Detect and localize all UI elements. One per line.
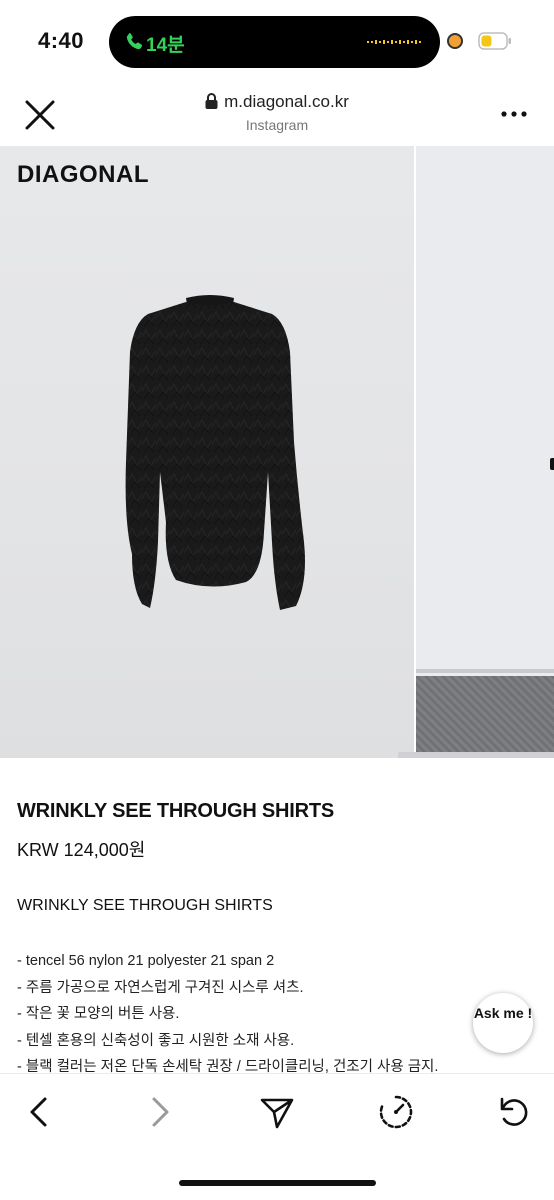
product-price: KRW 124,000원: [17, 840, 146, 860]
url-bar[interactable]: m.diagonal.co.kr: [0, 92, 554, 112]
reload-icon[interactable]: [494, 1092, 534, 1132]
description-line: - 작은 꽃 모양의 버튼 사용.: [17, 1006, 180, 1022]
lock-icon: [205, 93, 218, 109]
product-title: WRINKLY SEE THROUGH SHIRTS: [17, 800, 335, 822]
phone-icon: [126, 33, 143, 50]
waveform-icon: [367, 40, 421, 44]
shirt-image: [125, 295, 305, 610]
gallery-scroll-indicator: [398, 752, 554, 758]
share-icon[interactable]: [257, 1092, 297, 1132]
product-info: WRINKLY SEE THROUGH SHIRTS KRW 124,000원: [17, 800, 537, 862]
url-text: m.diagonal.co.kr: [224, 92, 349, 111]
speedometer-icon[interactable]: [376, 1092, 416, 1132]
battery-icon: [478, 32, 511, 50]
forward-arrow-icon[interactable]: [139, 1092, 179, 1132]
status-bar: 4:40 14분: [0, 0, 554, 84]
in-app-browser-header: m.diagonal.co.kr Instagram: [0, 84, 554, 146]
description-line: - 주름 가공으로 자연스럽게 구겨진 시스루 셔츠.: [17, 979, 304, 996]
product-description-title: WRINKLY SEE THROUGH SHIRTS: [17, 897, 273, 914]
product-photo[interactable]: DIAGONAL: [0, 146, 414, 758]
home-indicator[interactable]: [179, 1180, 376, 1186]
ask-me-button[interactable]: Ask me !: [473, 993, 533, 1053]
partial-garment: [550, 458, 554, 470]
more-icon[interactable]: [498, 104, 530, 124]
brand-logo: DIAGONAL: [17, 161, 149, 188]
product-image-gallery[interactable]: DIAGONAL: [0, 146, 554, 758]
source-label: Instagram: [245, 117, 309, 133]
recording-indicator-icon: [447, 33, 463, 49]
floor-texture: [416, 676, 554, 758]
dynamic-island-call[interactable]: 14분: [109, 16, 440, 68]
floor-edge: [416, 669, 554, 673]
next-product-photo[interactable]: [416, 146, 554, 758]
description-line: - tencel 56 nylon 21 polyester 21 span 2: [17, 953, 275, 969]
description-line: - 텐셀 혼용의 신축성이 좋고 시원한 소재 사용.: [17, 1032, 295, 1049]
status-time: 4:40: [38, 28, 85, 53]
call-duration: 14분: [146, 35, 185, 56]
back-arrow-icon[interactable]: [20, 1092, 60, 1132]
product-description: - tencel 56 nylon 21 polyester 21 span 2…: [17, 948, 487, 1081]
